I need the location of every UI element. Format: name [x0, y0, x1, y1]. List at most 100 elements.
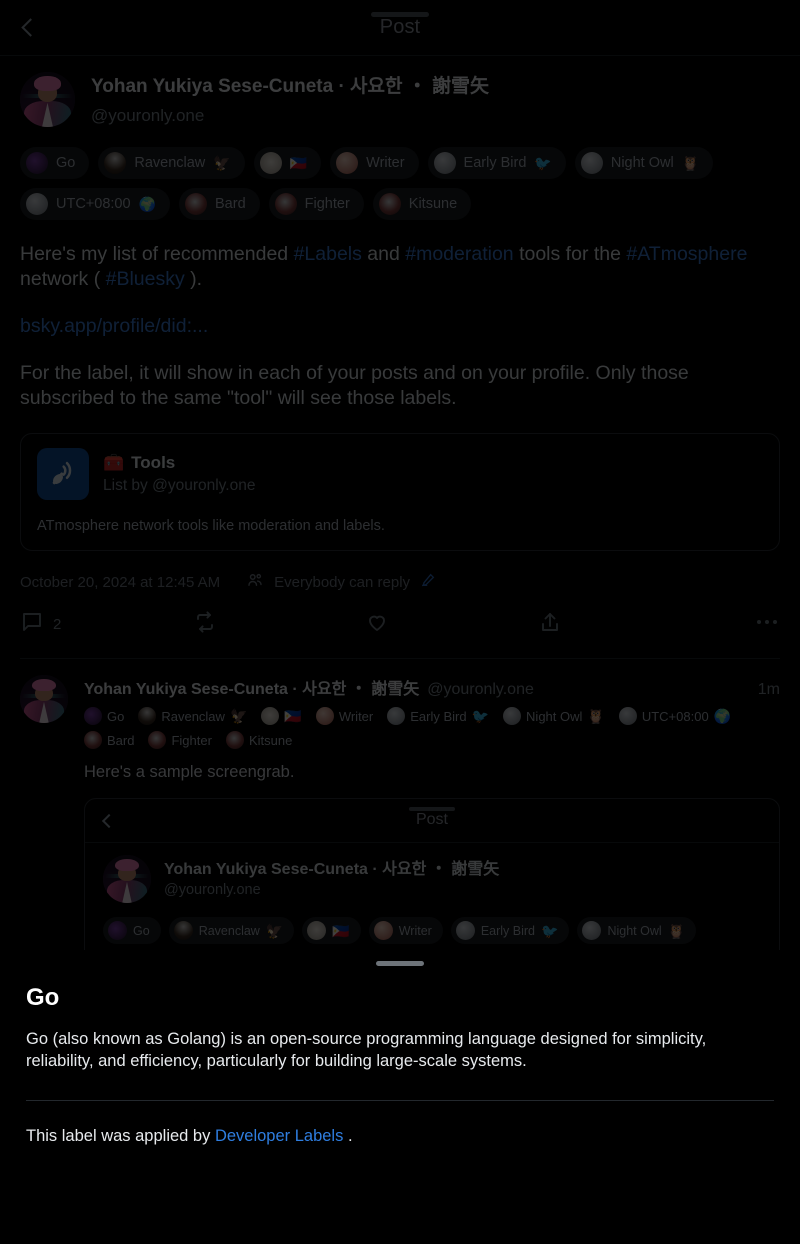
heart-icon: [365, 610, 389, 639]
badge-label: Fighter: [171, 732, 212, 748]
badge-emoji-icon: 🐦: [534, 155, 552, 171]
hashtag-atmosphere[interactable]: #ATmosphere: [626, 243, 747, 265]
hashtag-bluesky[interactable]: #Bluesky: [106, 268, 185, 290]
badge-chip[interactable]: Ravenclaw 🦅: [98, 147, 245, 179]
post-paragraph-1: Here's my list of recommended #Labels an…: [20, 242, 780, 292]
embed-title: Tools: [131, 453, 176, 472]
comment-icon: [20, 610, 44, 639]
screenshot-avatar: [103, 855, 151, 903]
badge-avatar-icon: [582, 921, 602, 940]
badge-chip[interactable]: Bard: [84, 731, 134, 749]
post-detail: Yohan Yukiya Sese-Cuneta · 사요한 ・ 謝雪矢 @yo…: [0, 56, 800, 659]
badge-emoji-icon: 🇵🇭: [332, 922, 350, 939]
embed-subtitle: List by @youronly.one: [103, 477, 256, 494]
text-run: and: [361, 243, 406, 265]
badge-chip[interactable]: Night Owl 🦉: [574, 147, 714, 179]
text-run: network (: [20, 268, 106, 290]
top-navigation-bar: Post: [0, 0, 800, 56]
badge-emoji-icon: 🇵🇭: [284, 708, 302, 724]
attribution-suffix: .: [343, 1127, 353, 1145]
badge-label: Night Owl: [607, 923, 662, 938]
badge-chip[interactable]: Early Bird 🐦: [450, 917, 570, 944]
pencil-icon[interactable]: [420, 572, 436, 592]
badge-avatar-icon: [274, 193, 297, 215]
badge-chip[interactable]: UTC+08:00 🌍: [618, 707, 731, 725]
badge-chip[interactable]: Night Owl 🦉: [577, 917, 697, 944]
badge-chip[interactable]: Early Bird 🐦: [427, 147, 566, 179]
like-button[interactable]: [365, 610, 538, 639]
badge-chip[interactable]: 🇵🇭: [253, 147, 322, 179]
page-title: Post: [379, 16, 421, 38]
embed-title-block: 🧰 Tools List by @youronly.one: [103, 453, 255, 495]
reply-handle: @youronly.one: [427, 681, 534, 698]
screenshot-handle: @youronly.one: [164, 882, 261, 898]
badge-chip[interactable]: Go: [20, 147, 90, 179]
embed-header: 🧰 Tools List by @youronly.one: [37, 448, 763, 500]
badge-chip[interactable]: Kitsune: [225, 731, 292, 749]
embed-list-card[interactable]: 🧰 Tools List by @youronly.one ATmosphere…: [20, 433, 780, 551]
badge-chip[interactable]: Early Bird 🐦: [387, 707, 489, 725]
badge-avatar-icon: [336, 152, 359, 174]
badge-emoji-icon: 🇵🇭: [289, 155, 308, 171]
audience-label[interactable]: Everybody can reply: [274, 574, 410, 591]
screenshot-title: Post: [415, 811, 448, 828]
share-icon: [538, 610, 562, 639]
badge-chip[interactable]: Ravenclaw 🦅: [138, 707, 247, 725]
label-info-bottom-sheet: Go Go (also known as Golang) is an open-…: [0, 950, 800, 1244]
more-options-button[interactable]: [710, 609, 780, 640]
badge-emoji-icon: 🐦: [541, 922, 559, 939]
badge-chip[interactable]: 🇵🇭: [261, 707, 302, 725]
embed-description: ATmosphere network tools like moderation…: [37, 518, 385, 534]
reply-button[interactable]: 2: [20, 610, 193, 639]
reply-avatar[interactable]: [20, 675, 68, 723]
screenshot-post: Yohan Yukiya Sese-Cuneta · 사요한 ・ 謝雪矢 @yo…: [85, 843, 779, 956]
badge-avatar-icon: [378, 193, 401, 215]
share-button[interactable]: [538, 610, 711, 639]
satellite-dish-icon: [37, 448, 89, 500]
badge-label: Writer: [366, 155, 405, 171]
badge-label: Bard: [215, 196, 246, 212]
sheet-drag-handle[interactable]: [376, 961, 424, 966]
badge-chip[interactable]: 🇵🇭: [302, 917, 361, 944]
badge-label: Early Bird: [480, 923, 535, 938]
badge-chip[interactable]: UTC+08:00 🌍: [20, 188, 170, 220]
badge-label: Writer: [398, 923, 432, 938]
hashtag-moderation[interactable]: #moderation: [405, 243, 513, 265]
badge-avatar-icon: [307, 921, 327, 940]
badge-chip[interactable]: Bard: [179, 188, 260, 220]
repost-button[interactable]: [193, 610, 366, 639]
post-body-text: Here's my list of recommended #Labels an…: [20, 242, 780, 411]
badge-chip[interactable]: Fighter: [268, 188, 364, 220]
badge-chip[interactable]: Go: [103, 917, 161, 944]
labeler-link[interactable]: Developer Labels: [215, 1127, 343, 1145]
badge-avatar-icon: [84, 707, 102, 725]
badge-chip[interactable]: Go: [84, 707, 124, 725]
badge-emoji-icon: 🌍: [138, 196, 156, 212]
app-root: Post Yohan Yukiya Sese-Cuneta · 사요한 ・ 謝雪…: [0, 0, 800, 1244]
label-description: Go (also known as Golang) is an open-sou…: [26, 1030, 707, 1070]
post-external-link[interactable]: bsky.app/profile/did:...: [20, 315, 208, 337]
badge-chip[interactable]: Writer: [330, 147, 419, 179]
badge-emoji-icon: 🦅: [213, 155, 231, 171]
author-badge-list: Go Ravenclaw 🦅 🇵🇭 Writer Early Bird 🐦 Night Owl…: [20, 147, 780, 220]
badge-emoji-icon: 🦉: [587, 708, 605, 724]
badge-label: Ravenclaw: [198, 923, 260, 938]
badge-chip[interactable]: Night Owl 🦉: [503, 707, 605, 725]
badge-label: Fighter: [304, 196, 350, 212]
hashtag-labels[interactable]: #Labels: [294, 243, 362, 265]
avatar[interactable]: [20, 72, 75, 127]
badge-chip[interactable]: Ravenclaw 🦅: [168, 917, 295, 944]
reply-item[interactable]: Yohan Yukiya Sese-Cuneta · 사요한 ・ 謝雪矢 @yo…: [0, 659, 800, 978]
post-author-row[interactable]: Yohan Yukiya Sese-Cuneta · 사요한 ・ 謝雪矢 @yo…: [20, 72, 780, 129]
badge-chip[interactable]: Writer: [368, 917, 443, 944]
attribution-prefix: This label was applied by: [26, 1127, 215, 1145]
badge-label: Night Owl: [526, 708, 583, 724]
badge-chip[interactable]: Writer: [315, 707, 373, 725]
post-action-bar: 2: [20, 609, 780, 659]
badge-chip[interactable]: Fighter: [148, 731, 212, 749]
badge-avatar-icon: [259, 152, 282, 174]
badge-chip[interactable]: Kitsune: [372, 188, 472, 220]
post-paragraph-2: For the label, it will show in each of y…: [20, 362, 689, 409]
screenshot-badge-list: Go Ravenclaw 🦅 🇵🇭 Writer Early Bird 🐦 Night Owl…: [103, 917, 761, 944]
post-paragraph-link: bsky.app/profile/did:...: [20, 314, 780, 339]
